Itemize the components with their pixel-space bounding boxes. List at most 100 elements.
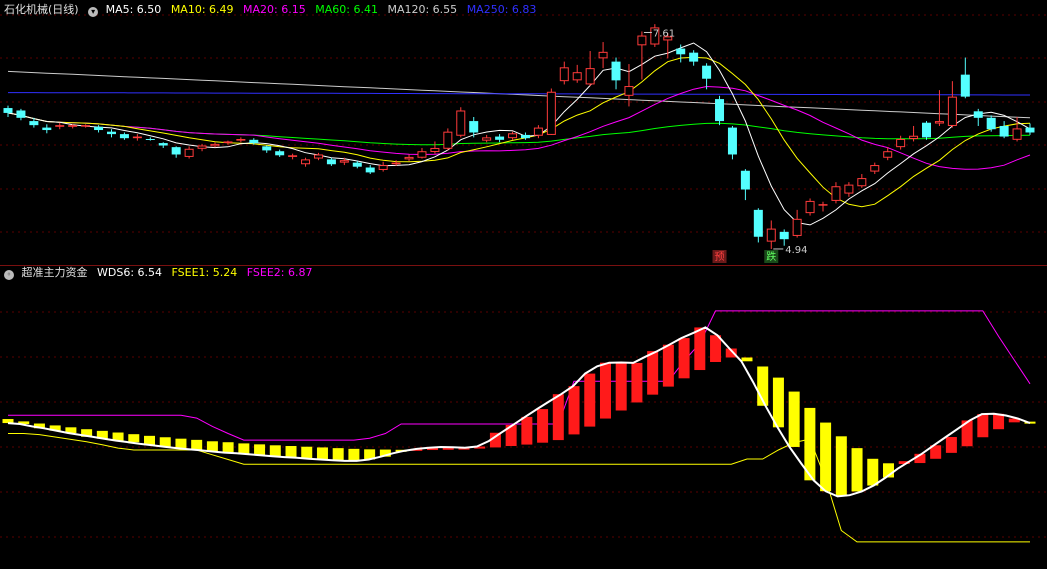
fund-bar-red [568, 386, 580, 435]
candle-body-up [559, 67, 569, 82]
candle-body-down [94, 126, 104, 131]
fund-bar-red [678, 338, 690, 379]
fund-bar-yellow [301, 446, 313, 459]
candle-body-down [740, 170, 750, 190]
candle-body-down [520, 134, 530, 139]
low-marker-label: 4.94 [785, 245, 807, 256]
candle-body-up [236, 139, 246, 141]
fund-bar-red [647, 351, 659, 395]
candle-body-up [443, 131, 453, 149]
signal-badge-fall: 跌 [766, 250, 776, 263]
candle-body-up [572, 72, 582, 81]
candle-body-up [533, 127, 543, 136]
candle-body-up [947, 96, 957, 126]
fund-bar-yellow [222, 442, 234, 453]
ma10-line [7, 56, 1031, 208]
candle-body-down [119, 134, 129, 139]
ma10-label: MA10: 6.49 [170, 3, 234, 16]
candle-body-down [702, 65, 712, 79]
candle-body-down [676, 48, 686, 55]
fund-bar-yellow [348, 448, 360, 461]
candle-body-up [184, 148, 194, 157]
ma250-label: MA250: 6.83 [466, 3, 537, 16]
chart-canvas: 7.61 4.94 预 跌 [0, 14, 1047, 543]
candle-body-up [934, 121, 944, 124]
ma5-line [7, 42, 1031, 226]
ma60-label: MA60: 6.41 [315, 3, 378, 16]
candle-body-down [689, 52, 699, 62]
candle-body-down [326, 159, 336, 165]
fund-bar-red [662, 344, 674, 387]
candle-body-down [611, 61, 621, 81]
candle-body-down [1025, 127, 1035, 133]
fund-bar-yellow [851, 448, 863, 492]
fund-bar-red [710, 335, 722, 362]
ma20-line [7, 85, 1031, 170]
candle-body-up [1012, 128, 1022, 140]
fund-bar-red [615, 362, 627, 411]
candle-body-up [301, 159, 311, 165]
fund-bar-red [977, 414, 989, 438]
fund-bar-red [537, 409, 549, 443]
fund-bar-yellow [820, 422, 832, 492]
candle-body-down [999, 125, 1009, 137]
fund-bar-red [945, 437, 957, 453]
candle-body-down [753, 209, 763, 237]
candle-body-up [197, 145, 207, 149]
candle-body-up [210, 143, 220, 147]
candle-body-down [16, 110, 26, 118]
settings-circle-icon[interactable]: ◦ [4, 270, 14, 280]
candle-body-down [779, 231, 789, 240]
fund-bar-red [694, 327, 706, 371]
candle-body-up [637, 35, 647, 46]
candle-body-up [404, 156, 414, 160]
candle-body-up [857, 178, 867, 187]
candle-body-up [55, 125, 65, 127]
fund-bar-yellow [772, 377, 784, 428]
candle-body-down [973, 111, 983, 118]
candle-body-up [313, 154, 323, 159]
fund-bar-yellow [332, 448, 344, 461]
candle-body-up [288, 155, 298, 157]
candle-body-up [456, 110, 466, 136]
ma120-label: MA120: 6.55 [387, 3, 458, 16]
candle-body-up [818, 204, 828, 206]
fund-bar-yellow [867, 458, 879, 486]
fund-bar-red [584, 373, 596, 427]
candle-body-down [986, 117, 996, 130]
fund-bar-yellow [159, 437, 171, 447]
chart-stage: 7.61 4.94 预 跌 石化机械(日线) ▾ MA5: 6.50 MA10: 6.… [0, 0, 1047, 569]
fund-bar-red [521, 416, 533, 445]
candle-body-down [106, 131, 116, 135]
fund-bar-yellow [254, 444, 266, 456]
fsee2-label: FSEE2: 6.87 [246, 266, 313, 279]
candle-body-up [68, 125, 78, 127]
candle-body-up [391, 162, 401, 165]
candle-body-up [844, 184, 854, 194]
fund-bar-red [631, 362, 643, 403]
candle-body-down [3, 108, 13, 113]
candle-body-down [158, 143, 168, 146]
fund-bar-yellow [741, 357, 753, 362]
wds6-label: WDS6: 6.54 [97, 266, 163, 279]
stock-name[interactable]: 石化机械(日线) [4, 3, 79, 16]
fund-bar-red [599, 362, 611, 419]
indicator-name[interactable]: 超准主力资金 [22, 266, 88, 279]
candle-body-up [417, 151, 427, 158]
candle-body-up [585, 68, 595, 85]
candle-body-up [508, 133, 518, 139]
candle-body-up [792, 218, 802, 236]
fund-bar-yellow [316, 447, 328, 460]
fsee1-line [8, 433, 1030, 543]
candle-body-up [430, 147, 440, 153]
fund-bar-yellow [269, 445, 281, 457]
fund-bar-red [993, 413, 1005, 430]
fund-bar-yellow [788, 391, 800, 447]
lower-legend: ◦ 超准主力资金 WDS6: 6.54 FSEE1: 5.24 FSEE2: 6… [4, 266, 318, 280]
fund-bar-yellow [175, 438, 187, 449]
settings-circle-icon[interactable]: ▾ [88, 7, 99, 17]
candle-body-up [624, 86, 634, 96]
high-marker-label: 7.61 [653, 28, 675, 39]
fund-bar-yellow [835, 436, 847, 497]
fund-bar-red [552, 394, 564, 441]
